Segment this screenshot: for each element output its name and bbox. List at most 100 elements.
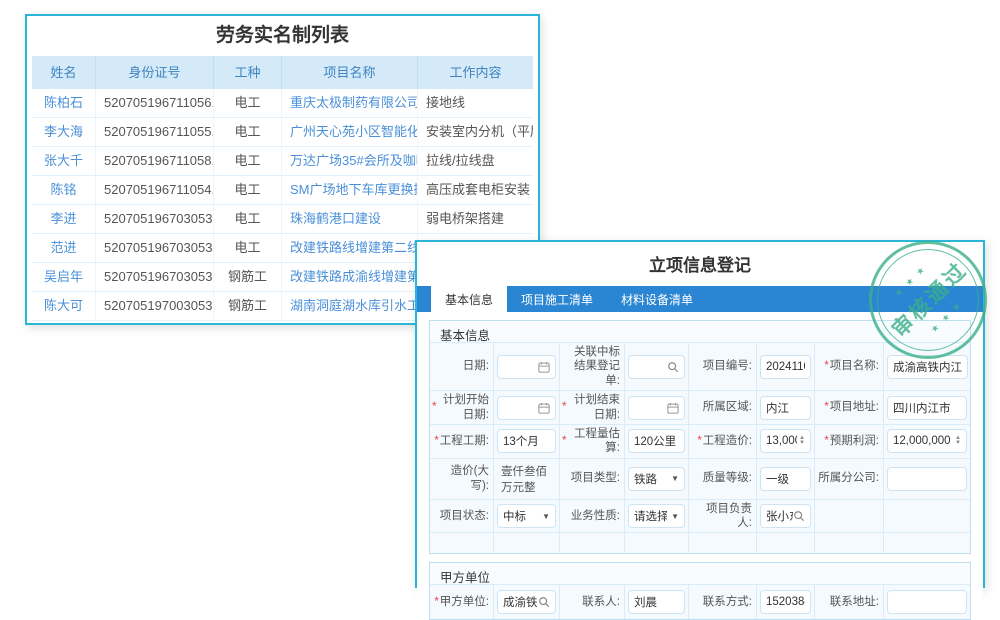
- form-row-empty: [430, 533, 970, 553]
- quality-label: 质量等级:: [689, 459, 757, 499]
- profit-stepper[interactable]: 12,000,000▲▼: [887, 429, 967, 453]
- project-name-link[interactable]: 万达广场35#会所及咖啡...: [282, 147, 418, 175]
- bid-result-field[interactable]: [628, 355, 685, 379]
- project-name-link[interactable]: 改建铁路线增建第二线...: [282, 234, 418, 262]
- form-tab-bar: 基本信息 项目施工清单 材料设备清单: [417, 286, 983, 312]
- form-row: 造价(大写): 壹仟叁佰万元整 项目类型: 铁路▼ 质量等级: 一级 所属分公司…: [430, 459, 970, 500]
- spinner-arrows-icon[interactable]: ▲▼: [955, 436, 961, 446]
- worker-name-link[interactable]: 李进: [32, 205, 96, 233]
- form-content: 基本信息 日期: 关联中标结果登记单: 项目编号: 2024110017 *项目…: [417, 312, 983, 620]
- cost-stepper[interactable]: 13,000,000▲▼: [760, 429, 811, 453]
- search-icon[interactable]: [667, 361, 679, 373]
- worker-name-link[interactable]: 张大千: [32, 147, 96, 175]
- plan-start-field[interactable]: [497, 396, 556, 420]
- address-field[interactable]: 四川内江市: [887, 396, 967, 420]
- cost-label: *工程造价:: [689, 425, 757, 458]
- form-row: 日期: 关联中标结果登记单: 项目编号: 2024110017 *项目名称: 成…: [430, 343, 970, 391]
- contact-label: 联系人:: [560, 585, 625, 619]
- basic-info-section: 基本信息 日期: 关联中标结果登记单: 项目编号: 2024110017 *项目…: [429, 320, 971, 554]
- business-select[interactable]: 请选择▼: [628, 504, 685, 528]
- form-row: *工程工期: 13个月 *工程量估算: 120公里 *工程造价: 13,000,…: [430, 425, 970, 459]
- worker-job: 电工: [214, 118, 282, 146]
- worker-id: 520705196703053...: [96, 234, 214, 262]
- manager-label: 项目负责人:: [689, 500, 757, 533]
- tab-basic-info[interactable]: 基本信息: [431, 286, 507, 312]
- status-select[interactable]: 中标▼: [497, 504, 556, 528]
- section-title: 甲方单位: [430, 563, 970, 585]
- work-content: 高压成套电柜安装: [418, 176, 533, 204]
- worker-name-link[interactable]: 陈铭: [32, 176, 96, 204]
- contact-addr-field[interactable]: [887, 590, 967, 614]
- date-label: 日期:: [430, 343, 494, 390]
- manager-field[interactable]: 张小东: [760, 504, 811, 528]
- project-name-link[interactable]: 广州天心苑小区智能化...: [282, 118, 418, 146]
- quality-field[interactable]: 一级: [760, 467, 811, 491]
- worker-name-link[interactable]: 范进: [32, 234, 96, 262]
- worker-name-link[interactable]: 吴启年: [32, 263, 96, 291]
- worker-job: 钢筋工: [214, 292, 282, 320]
- phone-field[interactable]: 15203840584: [760, 590, 811, 614]
- duration-field[interactable]: 13个月: [497, 429, 556, 453]
- worker-name-link[interactable]: 李大海: [32, 118, 96, 146]
- quantity-label: *工程量估算:: [560, 425, 625, 458]
- type-label: 项目类型:: [560, 459, 625, 499]
- tab-materials-list[interactable]: 材料设备清单: [607, 286, 707, 312]
- chevron-down-icon: ▼: [671, 512, 679, 521]
- project-name-link[interactable]: 珠海鹤港口建设: [282, 205, 418, 233]
- form-row: 项目状态: 中标▼ 业务性质: 请选择▼ 项目负责人: 张小东: [430, 500, 970, 534]
- spinner-arrows-icon[interactable]: ▲▼: [799, 436, 805, 446]
- labor-list-title: 劳务实名制列表: [27, 16, 538, 56]
- worker-job: 电工: [214, 234, 282, 262]
- col-header-id: 身份证号: [96, 56, 214, 89]
- project-name-link[interactable]: 改建铁路成渝线增建第...: [282, 263, 418, 291]
- worker-id: 520705196711056...: [96, 89, 214, 117]
- region-field[interactable]: 内江: [760, 396, 811, 420]
- party-unit-section: 甲方单位 *甲方单位: 成渝铁路工 联系人: 刘晨 联系方式: 15203840…: [429, 562, 971, 620]
- chevron-down-icon: ▼: [671, 474, 679, 483]
- worker-name-link[interactable]: 陈柏石: [32, 89, 96, 117]
- branch-field[interactable]: [887, 467, 967, 491]
- address-label: *项目地址:: [815, 391, 884, 424]
- business-label: 业务性质:: [560, 500, 625, 533]
- table-row: 陈柏石 520705196711056... 电工 重庆太极制药有限公司... …: [32, 89, 533, 118]
- project-name-field[interactable]: 成渝高铁内江: [887, 355, 968, 379]
- calendar-icon: [538, 361, 550, 373]
- empty-label: [815, 500, 884, 533]
- project-no-field[interactable]: 2024110017: [760, 355, 811, 379]
- profit-label: *预期利润:: [815, 425, 884, 458]
- form-row: *计划开始日期: *计划结束日期: 所属区域: 内江 *项目地址: 四川内江市: [430, 391, 970, 425]
- labor-table-header: 姓名 身份证号 工种 项目名称 工作内容: [32, 56, 533, 89]
- table-row: 李大海 520705196711055... 电工 广州天心苑小区智能化... …: [32, 118, 533, 147]
- worker-job: 电工: [214, 176, 282, 204]
- plan-start-label: *计划开始日期:: [430, 391, 494, 424]
- table-row: 李进 520705196703053... 电工 珠海鹤港口建设 弱电桥架搭建: [32, 205, 533, 234]
- form-row: *甲方单位: 成渝铁路工 联系人: 刘晨 联系方式: 15203840584 联…: [430, 585, 970, 619]
- search-icon[interactable]: [538, 596, 550, 608]
- plan-end-field[interactable]: [628, 396, 685, 420]
- work-content: 弱电桥架搭建: [418, 205, 533, 233]
- worker-id: 520705196711058...: [96, 147, 214, 175]
- table-row: 张大千 520705196711058... 电工 万达广场35#会所及咖啡..…: [32, 147, 533, 176]
- col-header-work: 工作内容: [418, 56, 533, 89]
- worker-id: 520705196703053...: [96, 205, 214, 233]
- project-name-link[interactable]: 湖南洞庭湖水库引水工...: [282, 292, 418, 320]
- type-select[interactable]: 铁路▼: [628, 467, 685, 491]
- date-field[interactable]: [497, 355, 556, 379]
- contact-field[interactable]: 刘晨: [628, 590, 685, 614]
- calendar-icon: [538, 402, 550, 414]
- quantity-field[interactable]: 120公里: [628, 429, 685, 453]
- worker-job: 电工: [214, 89, 282, 117]
- worker-name-link[interactable]: 陈大可: [32, 292, 96, 320]
- party-unit-field[interactable]: 成渝铁路工: [497, 590, 556, 614]
- col-header-job: 工种: [214, 56, 282, 89]
- project-name-link[interactable]: 重庆太极制药有限公司...: [282, 89, 418, 117]
- tab-construction-list[interactable]: 项目施工清单: [507, 286, 607, 312]
- phone-label: 联系方式:: [689, 585, 757, 619]
- work-content: 安装室内分机（平层...: [418, 118, 533, 146]
- project-registration-window: 立项信息登记 基本信息 项目施工清单 材料设备清单 基本信息 日期: 关联中标结…: [415, 240, 985, 588]
- calendar-icon: [667, 402, 679, 414]
- search-icon[interactable]: [793, 510, 805, 522]
- project-name-link[interactable]: SM广场地下车库更换摄...: [282, 176, 418, 204]
- worker-id: 520705196703053...: [96, 263, 214, 291]
- col-header-project: 项目名称: [282, 56, 418, 89]
